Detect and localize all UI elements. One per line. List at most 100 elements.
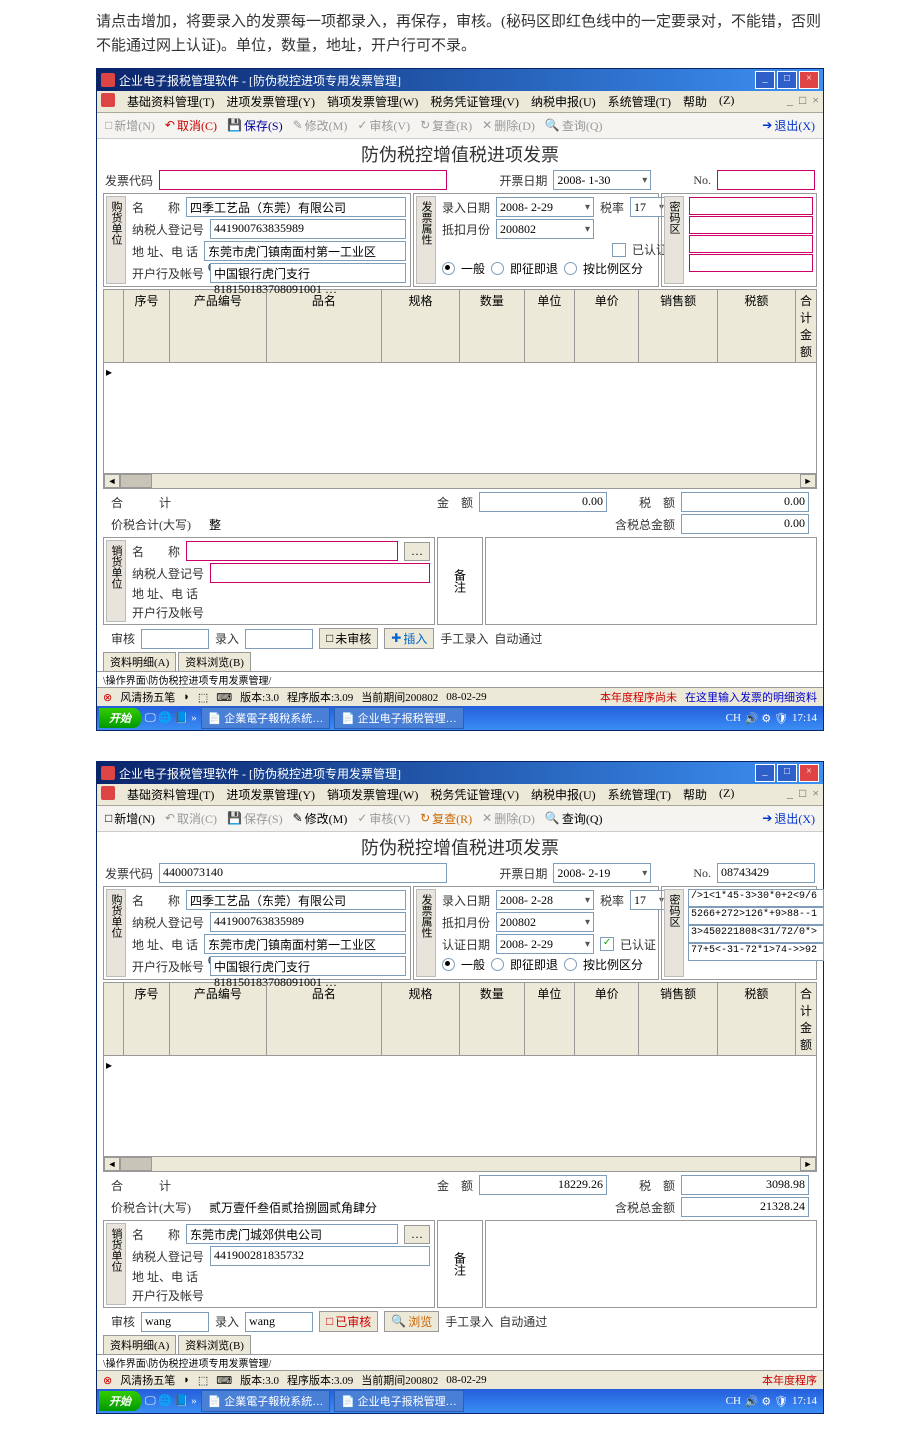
invoice-date-dropdown[interactable]: 2008- 2-19: [553, 863, 651, 883]
seller-tax-input[interactable]: [210, 563, 430, 583]
status-button[interactable]: □已审核: [319, 1311, 378, 1332]
menu-item[interactable]: 进项发票管理(Y): [226, 93, 315, 110]
menu-item[interactable]: 基础资料管理(T): [127, 786, 214, 803]
seller-name-input[interactable]: 东莞市虎门城郊供电公司: [186, 1224, 398, 1244]
entry-date-dropdown[interactable]: 2008- 2-29: [496, 197, 594, 217]
menu-item[interactable]: 帮助: [683, 93, 707, 110]
task-1[interactable]: 📄 企業電子報稅系統…: [201, 707, 330, 729]
menu-item[interactable]: 税务凭证管理(V): [430, 786, 519, 803]
mdi-controls[interactable]: _ □ ×: [787, 786, 819, 803]
entry-date-dropdown[interactable]: 2008- 2-28: [496, 890, 594, 910]
refund-radio[interactable]: [491, 958, 504, 971]
menu-item[interactable]: 系统管理(T): [608, 786, 671, 803]
menu-item[interactable]: 基础资料管理(T): [127, 93, 214, 110]
audit-button[interactable]: ✓ 审核(V): [357, 810, 410, 827]
normal-radio[interactable]: [442, 262, 455, 275]
cancel-button[interactable]: ↶ 取消(C): [165, 810, 217, 827]
tab-browse[interactable]: 资料浏览(B): [178, 652, 251, 671]
systray[interactable]: CH 🔊 ⚙ 🛡 17:14: [726, 1395, 821, 1408]
buyer-tax-input[interactable]: 441900763835989: [210, 219, 406, 239]
systray[interactable]: CH 🔊 ⚙ 🛡 17:14: [726, 712, 821, 725]
pwd-input-2[interactable]: 5266+272>126*+9>88--1: [688, 907, 824, 925]
menu-item[interactable]: (Z): [719, 93, 734, 110]
recheck-button[interactable]: ↻ 复查(R): [420, 810, 472, 827]
proportion-radio[interactable]: [564, 958, 577, 971]
insert-button[interactable]: ✚插入: [384, 628, 434, 649]
cert-date-dropdown[interactable]: 2008- 2-29: [496, 934, 594, 954]
close-button[interactable]: ×: [799, 71, 819, 89]
exit-button[interactable]: ➔ 退出(X): [762, 117, 815, 134]
invoice-code-input[interactable]: 4400073140: [159, 863, 447, 883]
start-button[interactable]: 开始: [99, 1391, 141, 1411]
no-input[interactable]: [717, 170, 815, 190]
quicklaunch[interactable]: 🖵 🌐 📘 »: [145, 1394, 197, 1408]
deduct-month-dropdown[interactable]: 200802: [496, 219, 594, 239]
table-body[interactable]: ▸: [103, 1056, 817, 1157]
seller-tax-input[interactable]: 441900281835732: [210, 1246, 430, 1266]
status-button[interactable]: □未审核: [319, 628, 378, 649]
pwd-input-4[interactable]: 77+5<-31-72*1>74->>92: [688, 943, 824, 961]
modify-button[interactable]: ✎ 修改(M): [293, 117, 348, 134]
invoice-date-dropdown[interactable]: 2008- 1-30: [553, 170, 651, 190]
menu-item[interactable]: 进项发票管理(Y): [226, 786, 315, 803]
menu-item[interactable]: (Z): [719, 786, 734, 803]
mdi-controls[interactable]: _ □ ×: [787, 93, 819, 110]
h-scrollbar[interactable]: ◄►: [103, 1157, 817, 1172]
buyer-tax-input[interactable]: 441900763835989: [210, 912, 406, 932]
certified-checkbox[interactable]: [612, 243, 626, 257]
menu-item[interactable]: 销项发票管理(W): [327, 786, 418, 803]
invoice-code-input[interactable]: [159, 170, 447, 190]
deduct-month-dropdown[interactable]: 200802: [496, 912, 594, 932]
entryby-input[interactable]: [245, 629, 313, 649]
task-2[interactable]: 📄 企业电子报税管理…: [334, 707, 463, 729]
close-button[interactable]: ×: [799, 764, 819, 782]
search-button[interactable]: 🔍 查询(Q): [545, 117, 603, 134]
buyer-name-input[interactable]: 四季工艺品（东莞）有限公司: [186, 890, 406, 910]
audit-button[interactable]: ✓ 审核(V): [357, 117, 410, 134]
minimize-button[interactable]: _: [755, 71, 775, 89]
quicklaunch[interactable]: 🖵 🌐 📘 »: [145, 711, 197, 725]
exit-button[interactable]: ➔ 退出(X): [762, 810, 815, 827]
tab-browse[interactable]: 资料浏览(B): [178, 1335, 251, 1354]
pwd-input-1[interactable]: />1<1*45-3>30*0+2<9/6: [688, 889, 824, 907]
tab-detail[interactable]: 资料明细(A): [103, 652, 176, 671]
task-2[interactable]: 📄 企业电子报税管理…: [334, 1390, 463, 1412]
pwd-input-2[interactable]: [689, 216, 813, 234]
entryby-input[interactable]: wang: [245, 1312, 313, 1332]
save-button[interactable]: 💾 保存(S): [227, 117, 283, 134]
delete-button[interactable]: ✕ 删除(D): [482, 117, 535, 134]
seller-lookup-button[interactable]: …: [404, 542, 430, 561]
delete-button[interactable]: ✕ 删除(D): [482, 810, 535, 827]
recheck-button[interactable]: ↻ 复查(R): [420, 117, 472, 134]
pwd-input-3[interactable]: 3>450221808<31/72/0*>: [688, 925, 824, 943]
modify-button[interactable]: ✎ 修改(M): [293, 810, 348, 827]
menu-item[interactable]: 纳税申报(U): [531, 786, 596, 803]
table-body[interactable]: ▸: [103, 363, 817, 474]
maximize-button[interactable]: □: [777, 71, 797, 89]
menu-item[interactable]: 帮助: [683, 786, 707, 803]
search-button[interactable]: 🔍 查询(Q): [545, 810, 603, 827]
minimize-button[interactable]: _: [755, 764, 775, 782]
seller-lookup-button[interactable]: …: [404, 1225, 430, 1244]
auditby-input[interactable]: wang: [141, 1312, 209, 1332]
menu-item[interactable]: 纳税申报(U): [531, 93, 596, 110]
auditby-input[interactable]: [141, 629, 209, 649]
proportion-radio[interactable]: [564, 262, 577, 275]
buyer-bank-input[interactable]: 中国银行虎门支行818150183708091001 …: [210, 956, 406, 976]
task-1[interactable]: 📄 企業電子報稅系統…: [201, 1390, 330, 1412]
buyer-addr-input[interactable]: 东莞市虎门镇南面村第一工业区0769-8551: [204, 241, 406, 261]
tab-detail[interactable]: 资料明细(A): [103, 1335, 176, 1354]
buyer-bank-input[interactable]: 中国银行虎门支行818150183708091001 …: [210, 263, 406, 283]
pwd-input-1[interactable]: [689, 197, 813, 215]
refund-radio[interactable]: [491, 262, 504, 275]
save-button[interactable]: 💾 保存(S): [227, 810, 283, 827]
browse-button[interactable]: 🔍浏览: [384, 1311, 439, 1332]
buyer-name-input[interactable]: 四季工艺品（东莞）有限公司: [186, 197, 406, 217]
cancel-button[interactable]: ↶ 取消(C): [165, 117, 217, 134]
pwd-input-4[interactable]: [689, 254, 813, 272]
menu-item[interactable]: 税务凭证管理(V): [430, 93, 519, 110]
menu-item[interactable]: 销项发票管理(W): [327, 93, 418, 110]
h-scrollbar[interactable]: ◄►: [103, 474, 817, 489]
no-input[interactable]: 08743429: [717, 863, 815, 883]
new-button[interactable]: □ 新增(N): [105, 810, 155, 827]
